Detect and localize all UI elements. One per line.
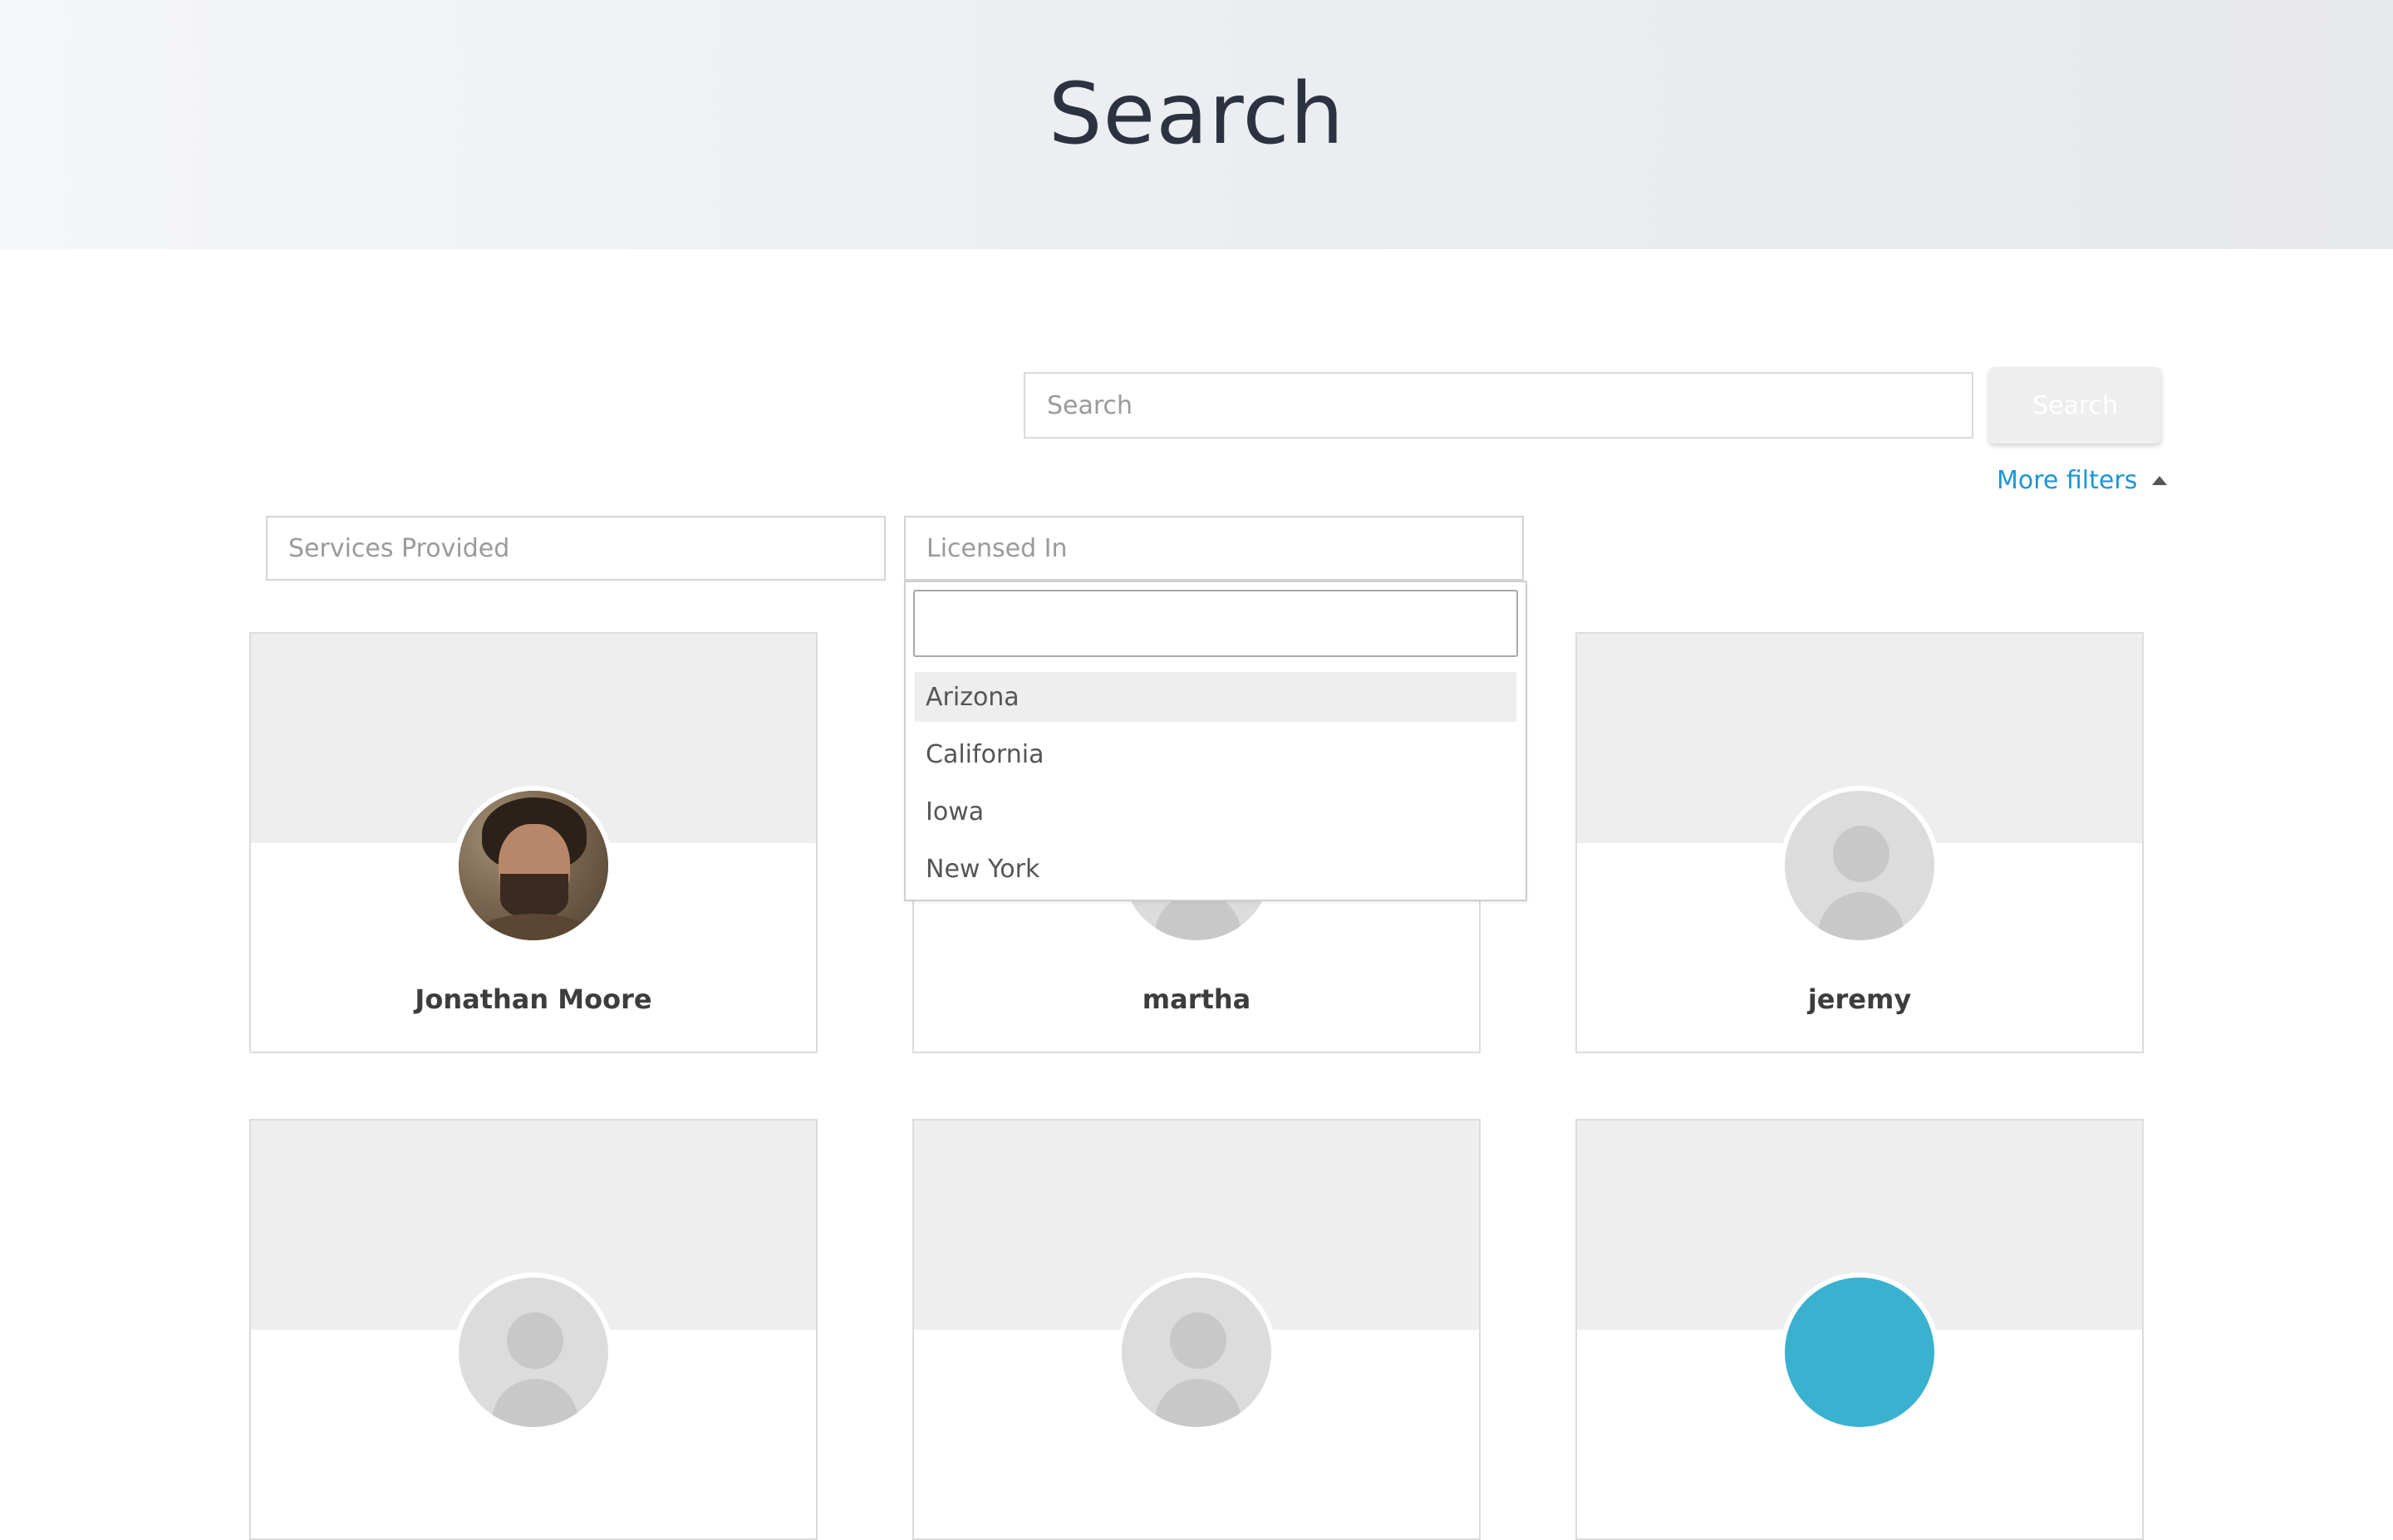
profile-card[interactable]: Jonathan Moore (249, 632, 818, 1053)
caret-up-icon (2152, 475, 2168, 485)
services-provided-select[interactable]: Services Provided (266, 516, 886, 581)
dropdown-option[interactable]: Arizona (915, 672, 1516, 722)
profile-card[interactable] (249, 1119, 818, 1540)
dropdown-option[interactable]: New York (915, 844, 1516, 894)
default-user-icon (1780, 786, 1939, 945)
page-title: Search (1048, 65, 1345, 164)
profile-avatar (1780, 1273, 1939, 1432)
profile-avatar (454, 786, 613, 945)
profile-name[interactable]: Jonathan Moore (251, 983, 816, 1015)
more-filters-toggle[interactable]: More filters (1997, 463, 2168, 497)
profile-name[interactable]: martha (914, 983, 1479, 1015)
licensed-in-placeholder: Licensed In (926, 533, 1068, 563)
profile-card[interactable] (1575, 1119, 2144, 1540)
dropdown-option[interactable]: Iowa (915, 787, 1516, 836)
dropdown-option[interactable]: California (915, 729, 1516, 779)
dropdown-search-input[interactable] (913, 590, 1518, 657)
more-filters-label: More filters (1997, 465, 2138, 495)
search-button[interactable]: Search (1989, 367, 2161, 444)
services-provided-placeholder: Services Provided (288, 533, 510, 563)
profile-card[interactable] (912, 1119, 1481, 1540)
page-header: Search (0, 0, 2393, 249)
licensed-in-dropdown: Arizona California Iowa New York (904, 581, 1527, 901)
default-user-icon (1117, 1273, 1276, 1432)
profile-name[interactable]: jeremy (1577, 983, 2142, 1015)
profile-card[interactable]: jeremy (1575, 632, 2144, 1053)
search-input[interactable] (1024, 372, 1973, 439)
default-user-icon (454, 1273, 613, 1432)
licensed-in-select[interactable]: Licensed In (904, 516, 1524, 581)
